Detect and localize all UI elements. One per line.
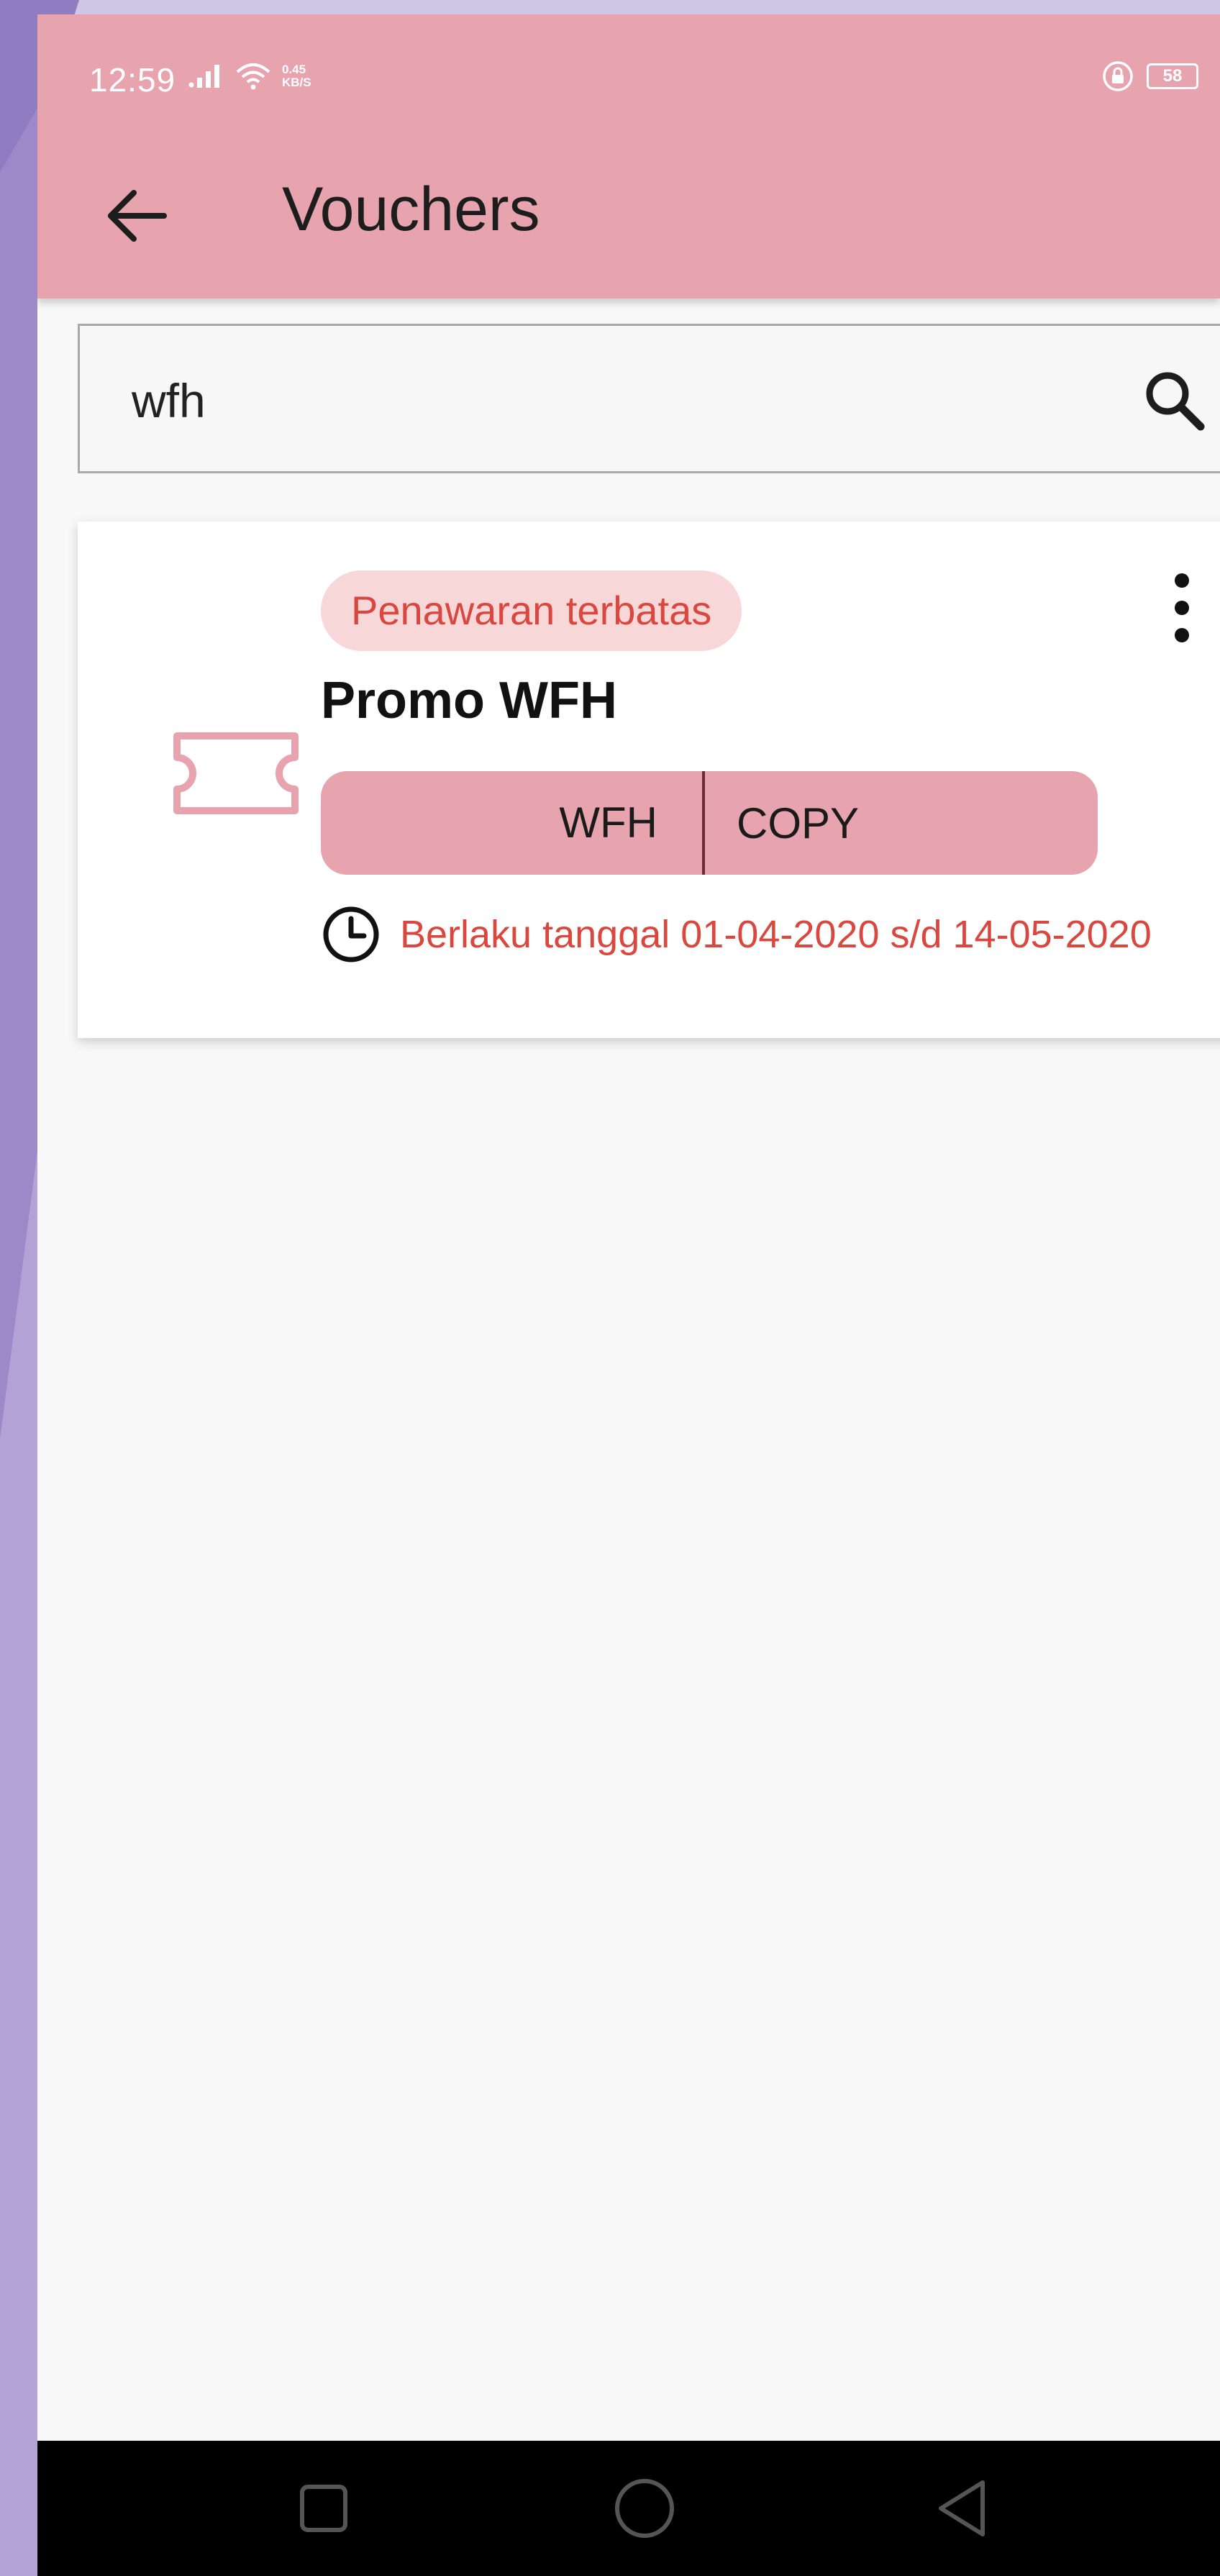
search-icon[interactable]	[1140, 366, 1209, 435]
battery-level: 58	[1162, 66, 1183, 86]
page-title: Vouchers	[282, 175, 540, 244]
ticket-icon	[173, 732, 299, 814]
phone-screen: 12:59 0.45 KB/S 58 Vouchers wfh Penawara…	[37, 14, 1220, 2576]
copy-button[interactable]: COPY	[705, 771, 1098, 875]
validity-row: Berlaku tanggal 01-04-2020 s/d 14-05-202…	[321, 904, 1152, 965]
app-bar: 12:59 0.45 KB/S 58 Vouchers	[37, 14, 1220, 299]
square-icon[interactable]	[288, 2472, 360, 2544]
status-icons-right: 58	[1102, 60, 1198, 92]
battery-icon: 58	[1147, 63, 1198, 89]
network-speed-unit: KB/S	[282, 76, 311, 89]
voucher-code-bar: WFH COPY	[321, 771, 1098, 875]
search-input[interactable]	[130, 360, 1068, 441]
status-icons-left: 0.45 KB/S	[188, 62, 311, 91]
voucher-code: WFH	[559, 798, 657, 847]
clock-icon	[323, 906, 379, 962]
limited-offer-badge: Penawaran terbatas	[321, 570, 742, 651]
network-speed-value: 0.45	[282, 63, 306, 76]
voucher-card[interactable]: Penawaran terbatas Promo WFH WFH COPY Be…	[78, 522, 1220, 1038]
circle-icon[interactable]	[609, 2472, 680, 2544]
signal-icon	[188, 65, 219, 88]
lock-rotation-icon	[1103, 61, 1133, 91]
search-box	[78, 324, 1220, 473]
validity-text: Berlaku tanggal 01-04-2020 s/d 14-05-202…	[400, 913, 1152, 956]
status-bar: 12:59 0.45 KB/S 58	[37, 14, 1220, 158]
voucher-title: Promo WFH	[321, 672, 617, 729]
arrow-left-icon[interactable]	[101, 180, 173, 252]
network-speed: 0.45 KB/S	[282, 63, 311, 89]
triangle-back-icon[interactable]	[927, 2472, 998, 2544]
more-vertical-icon[interactable]	[1157, 565, 1207, 651]
navigation-bar	[37, 2441, 1220, 2576]
wifi-icon	[236, 63, 270, 90]
status-time: 12:59	[89, 61, 176, 99]
